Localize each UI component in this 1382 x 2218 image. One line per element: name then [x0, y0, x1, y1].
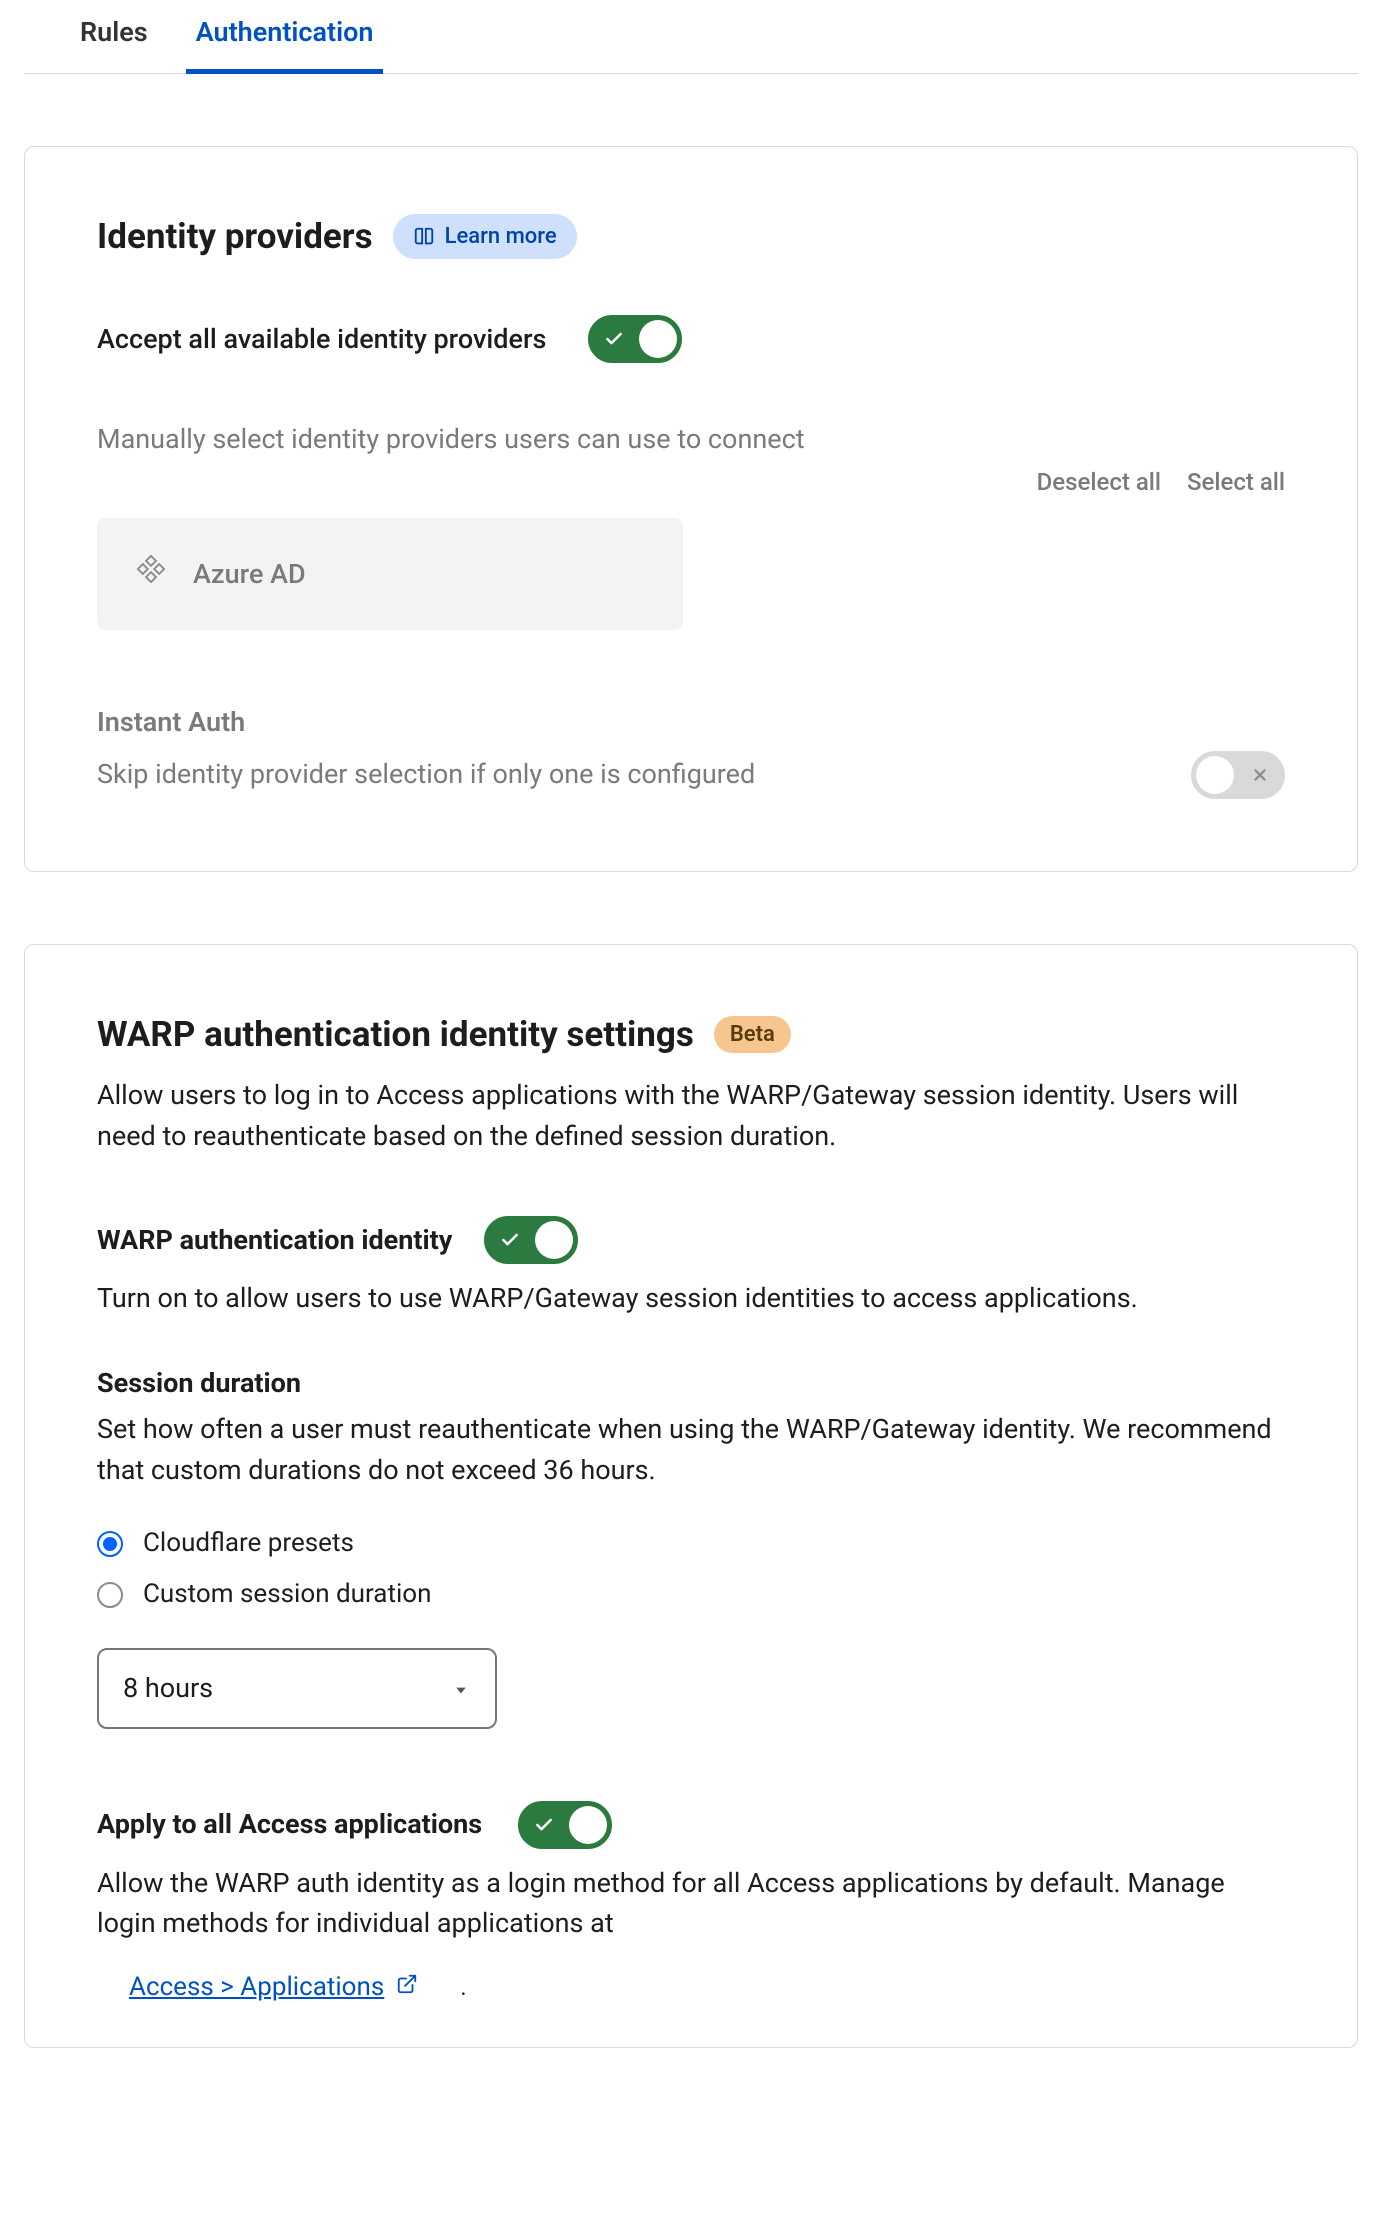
learn-more-label: Learn more: [445, 220, 557, 253]
learn-more-button[interactable]: Learn more: [393, 214, 577, 259]
session-duration-value: 8 hours: [123, 1668, 213, 1709]
session-duration-desc: Set how often a user must reauthenticate…: [97, 1409, 1285, 1490]
radio-presets[interactable]: Cloudflare presets: [97, 1518, 1285, 1569]
manual-select-label: Manually select identity providers users…: [97, 419, 1285, 460]
warp-settings-card: WARP authentication identity settings Be…: [24, 944, 1358, 2048]
check-icon: [604, 329, 624, 349]
diamond-grid-icon: [137, 555, 165, 593]
instant-auth-title: Instant Auth: [97, 702, 1285, 743]
warp-toggle-label: WARP authentication identity: [97, 1220, 452, 1261]
apply-all-toggle[interactable]: [518, 1801, 612, 1849]
book-icon: [413, 226, 435, 248]
tabs: Rules Authentication: [24, 0, 1358, 74]
session-duration-title: Session duration: [97, 1363, 1285, 1404]
warp-description: Allow users to log in to Access applicat…: [97, 1075, 1285, 1156]
instant-auth-toggle[interactable]: [1191, 751, 1285, 799]
tab-rules[interactable]: Rules: [80, 0, 148, 73]
accept-all-label: Accept all available identity providers: [97, 319, 546, 360]
x-icon: [1251, 766, 1269, 784]
caret-down-icon: [451, 1668, 471, 1709]
provider-label: Azure AD: [193, 554, 306, 595]
access-applications-link[interactable]: Access > Applications: [97, 1968, 418, 2007]
period: .: [460, 1973, 466, 2001]
check-icon: [534, 1815, 554, 1835]
radio-icon: [97, 1531, 123, 1557]
accept-all-toggle[interactable]: [588, 315, 682, 363]
radio-presets-label: Cloudflare presets: [143, 1524, 354, 1563]
warp-auth-toggle[interactable]: [484, 1216, 578, 1264]
radio-custom-label: Custom session duration: [143, 1575, 431, 1614]
session-radio-group: Cloudflare presets Custom session durati…: [97, 1518, 1285, 1620]
external-link-icon: [396, 1968, 418, 2007]
check-icon: [500, 1230, 520, 1250]
beta-badge: Beta: [714, 1016, 791, 1053]
session-duration-select[interactable]: 8 hours: [97, 1648, 497, 1729]
apply-all-desc: Allow the WARP auth identity as a login …: [97, 1863, 1285, 1944]
warp-toggle-desc: Turn on to allow users to use WARP/Gatew…: [97, 1278, 1285, 1319]
apply-all-label: Apply to all Access applications: [97, 1804, 482, 1845]
identity-providers-card: Identity providers Learn more Accept all…: [24, 146, 1358, 872]
instant-auth-desc: Skip identity provider selection if only…: [97, 754, 755, 795]
provider-item-azure-ad[interactable]: Azure AD: [97, 518, 683, 631]
select-all-button[interactable]: Select all: [1187, 464, 1285, 500]
warp-title: WARP authentication identity settings: [97, 1009, 694, 1062]
radio-icon: [97, 1582, 123, 1608]
identity-providers-title: Identity providers: [97, 211, 373, 264]
tab-authentication[interactable]: Authentication: [196, 0, 374, 73]
link-text: Access > Applications: [129, 1968, 384, 2007]
deselect-all-button[interactable]: Deselect all: [1037, 464, 1161, 500]
radio-custom[interactable]: Custom session duration: [97, 1569, 1285, 1620]
